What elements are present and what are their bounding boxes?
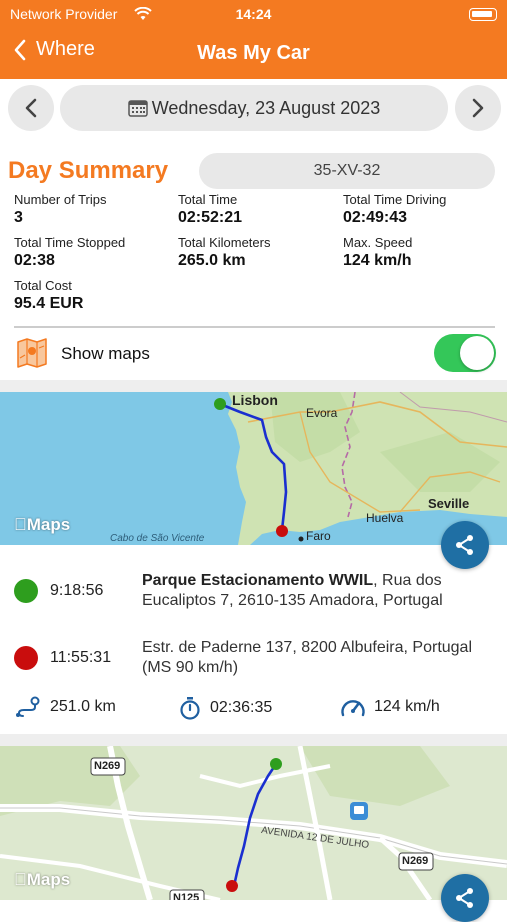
share-icon <box>456 888 473 908</box>
previous-day-button[interactable] <box>8 85 54 131</box>
road-sign-n269: N269 <box>94 760 121 772</box>
trip-duration: 02:36:35 <box>178 696 272 720</box>
show-maps-label: Show maps <box>61 344 150 363</box>
trip-distance: 251.0 km <box>14 696 116 718</box>
stat-value: 95.4 EUR <box>14 295 84 312</box>
road-sign-n269: N269 <box>402 855 429 867</box>
stat-value: 265.0 km <box>178 252 246 269</box>
share-button[interactable] <box>441 521 489 569</box>
trip-start-address: Parque Estacionamento WWIL, Rua dos Euca… <box>142 571 492 611</box>
map-label-huelva: Huelva <box>366 511 404 525</box>
stat-label: Total Time <box>178 192 238 207</box>
stat-label: Total Time Driving <box>343 192 447 207</box>
stat-label: Max. Speed <box>343 235 413 250</box>
stat-label: Total Time Stopped <box>14 235 126 250</box>
trip-distance-value: 251.0 km <box>50 698 116 715</box>
status-time: 14:24 <box>235 6 272 22</box>
maps-logo-text: Maps <box>14 870 70 889</box>
stat-total-time: Total Time 02:52:21 <box>178 192 242 227</box>
page-title: Was My Car <box>197 42 310 64</box>
stat-total-cost: Total Cost 95.4 EUR <box>14 278 83 313</box>
stat-label: Total Cost <box>14 278 72 293</box>
stat-total-time-stopped: Total Time Stopped 02:38 <box>14 235 125 270</box>
license-plate-selector[interactable]: 35-XV-32 <box>199 153 495 189</box>
trip-end-time: 11:55:31 <box>50 649 112 666</box>
share-button[interactable] <box>441 874 489 922</box>
stat-number-of-trips: Number of Trips 3 <box>14 192 106 227</box>
next-day-button[interactable] <box>455 85 501 131</box>
map-label-cabo: Cabo de São Vicente <box>110 533 205 544</box>
trip-duration-value: 02:36:35 <box>210 699 273 716</box>
route-distance-icon <box>16 696 40 717</box>
trip-start-marker <box>14 579 38 603</box>
show-maps-row: Show maps <box>16 333 496 373</box>
calendar-icon <box>127 100 148 117</box>
trip-start-time: 9:18:56 <box>50 582 104 599</box>
speedometer-icon <box>341 700 365 717</box>
stopwatch-icon <box>180 697 200 720</box>
stat-value: 02:38 <box>14 252 55 269</box>
chevron-right-icon <box>472 98 484 118</box>
section-gap <box>0 380 507 392</box>
show-maps-toggle[interactable] <box>434 334 496 372</box>
map-label-seville: Seville <box>428 496 470 511</box>
trip-start-place: Parque Estacionamento WWIL <box>142 572 374 589</box>
toggle-knob <box>460 336 494 370</box>
trip-max-speed: 124 km/h <box>340 696 440 718</box>
status-bar: Network Provider 14:24 <box>0 4 507 24</box>
stat-total-time-driving: Total Time Driving 02:49:43 <box>343 192 446 227</box>
battery-icon <box>469 8 497 21</box>
date-bar: Wednesday, 23 August 2023 <box>0 84 507 134</box>
stat-value: 3 <box>14 209 23 226</box>
section-gap <box>0 734 507 746</box>
app-header: Network Provider 14:24 Where Was My Car <box>0 0 507 79</box>
map-canvas <box>0 746 507 900</box>
apple-maps-logo: Maps <box>14 515 70 535</box>
day-summary-title: Day Summary <box>8 157 169 184</box>
stat-label: Total Kilometers <box>178 235 271 250</box>
trip-end-marker <box>14 646 38 670</box>
map-label-lisbon: Lisbon <box>232 392 278 408</box>
stat-max-speed: Max. Speed 124 km/h <box>343 235 412 270</box>
summary-divider <box>14 326 495 328</box>
stat-value: 02:52:21 <box>178 209 243 226</box>
stat-value: 02:49:43 <box>343 209 408 226</box>
road-sign-n125: N125 <box>173 892 200 900</box>
trip-map-overview[interactable]: Lisbon Evora Seville Huelva Faro Cabo de… <box>0 392 507 545</box>
stat-value: 124 km/h <box>343 252 412 269</box>
selected-date: Wednesday, 23 August 2023 <box>151 97 381 118</box>
maps-logo-text: Maps <box>14 515 70 534</box>
share-icon <box>456 535 473 555</box>
map-label-evora: Evora <box>306 406 338 420</box>
date-selector[interactable]: Wednesday, 23 August 2023 <box>60 85 448 131</box>
map-icon <box>17 338 47 368</box>
trip-end-address: Estr. de Paderne 137, 8200 Albufeira, Po… <box>142 639 473 676</box>
chevron-left-icon <box>25 98 37 118</box>
stat-label: Number of Trips <box>14 192 107 207</box>
nav-bar: Where Was My Car <box>0 36 507 72</box>
trip-max-speed-value: 124 km/h <box>374 698 440 715</box>
apple-maps-logo: Maps <box>14 870 70 890</box>
stat-total-kilometers: Total Kilometers 265.0 km <box>178 235 270 270</box>
map-label-faro: Faro <box>306 529 331 543</box>
map-canvas <box>0 392 507 545</box>
trip-map-detail[interactable]: N269 N269 N125 AVENIDA 12 DE JULHO Maps <box>0 746 507 900</box>
